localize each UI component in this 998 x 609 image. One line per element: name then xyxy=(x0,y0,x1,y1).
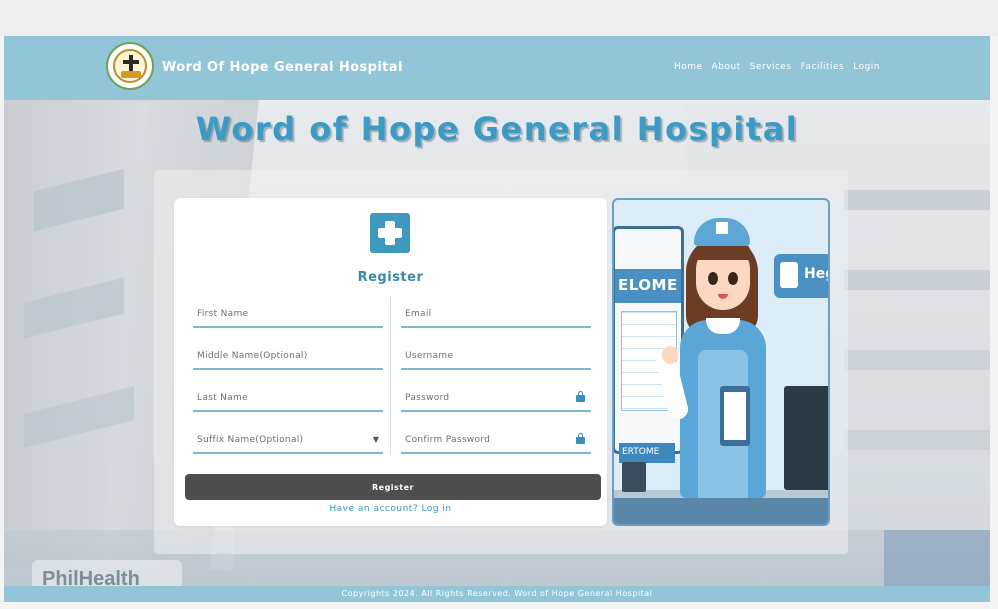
confirm-password-field xyxy=(401,428,591,454)
suffix-name-select[interactable]: Suffix Name(Optional) xyxy=(193,428,383,452)
password-input[interactable] xyxy=(401,386,591,410)
lock-icon xyxy=(576,433,585,444)
nurse-illustration: ELOME ERTOME Hegi xyxy=(612,198,830,526)
column-divider xyxy=(390,296,391,454)
email-input[interactable] xyxy=(401,302,591,326)
register-title: Register xyxy=(357,270,424,285)
desk xyxy=(614,498,828,524)
nav-services-link[interactable]: Services xyxy=(750,62,792,72)
middle-name-input[interactable] xyxy=(193,344,383,368)
nav-home-link[interactable]: Home xyxy=(674,62,703,72)
medical-cross-icon xyxy=(370,213,410,253)
board-label: ERTOME xyxy=(619,443,675,463)
nav-login-link[interactable]: Login xyxy=(853,62,880,72)
email-field xyxy=(401,302,591,328)
chevron-down-icon: ▼ xyxy=(372,435,379,444)
browser-top-strip xyxy=(0,0,998,36)
suffix-name-field: Suffix Name(Optional) ▼ xyxy=(193,428,383,454)
welcome-board: ELOME ERTOME xyxy=(614,226,684,463)
register-card: Register Suffix Name(Optional) ▼ xyxy=(174,198,607,526)
pen-cup xyxy=(622,462,646,492)
nav-about-link[interactable]: About xyxy=(712,62,741,72)
first-name-input[interactable] xyxy=(193,302,383,326)
password-field xyxy=(401,386,591,412)
clipboard xyxy=(720,386,750,446)
main-nav: Home About Services Facilities Login xyxy=(674,62,880,72)
page: PhilHealth Word Of Hope General Hospital… xyxy=(4,36,990,602)
site-footer: Copyrights 2024. All Rights Reserved. Wo… xyxy=(4,586,990,602)
illustration-sign: Hegi xyxy=(774,254,828,298)
last-name-input[interactable] xyxy=(193,386,383,410)
lock-icon xyxy=(576,391,585,402)
hospital-logo-icon[interactable] xyxy=(106,42,154,90)
site-title: Word Of Hope General Hospital xyxy=(162,60,403,75)
first-name-field xyxy=(193,302,383,328)
last-name-field xyxy=(193,386,383,412)
middle-name-field xyxy=(193,344,383,370)
login-link[interactable]: Have an account? Log in xyxy=(174,504,607,514)
monitor xyxy=(784,386,828,490)
username-field xyxy=(401,344,591,370)
illustration-sign-text: Hegi xyxy=(804,266,828,282)
nav-facilities-link[interactable]: Facilities xyxy=(801,62,845,72)
username-input[interactable] xyxy=(401,344,591,368)
register-button[interactable]: Register xyxy=(185,474,601,500)
confirm-password-input[interactable] xyxy=(401,428,591,452)
hero-title: Word of Hope General Hospital xyxy=(195,110,799,148)
site-header: Word Of Hope General Hospital Home About… xyxy=(4,36,990,100)
welcome-board-text: ELOME xyxy=(615,269,681,303)
